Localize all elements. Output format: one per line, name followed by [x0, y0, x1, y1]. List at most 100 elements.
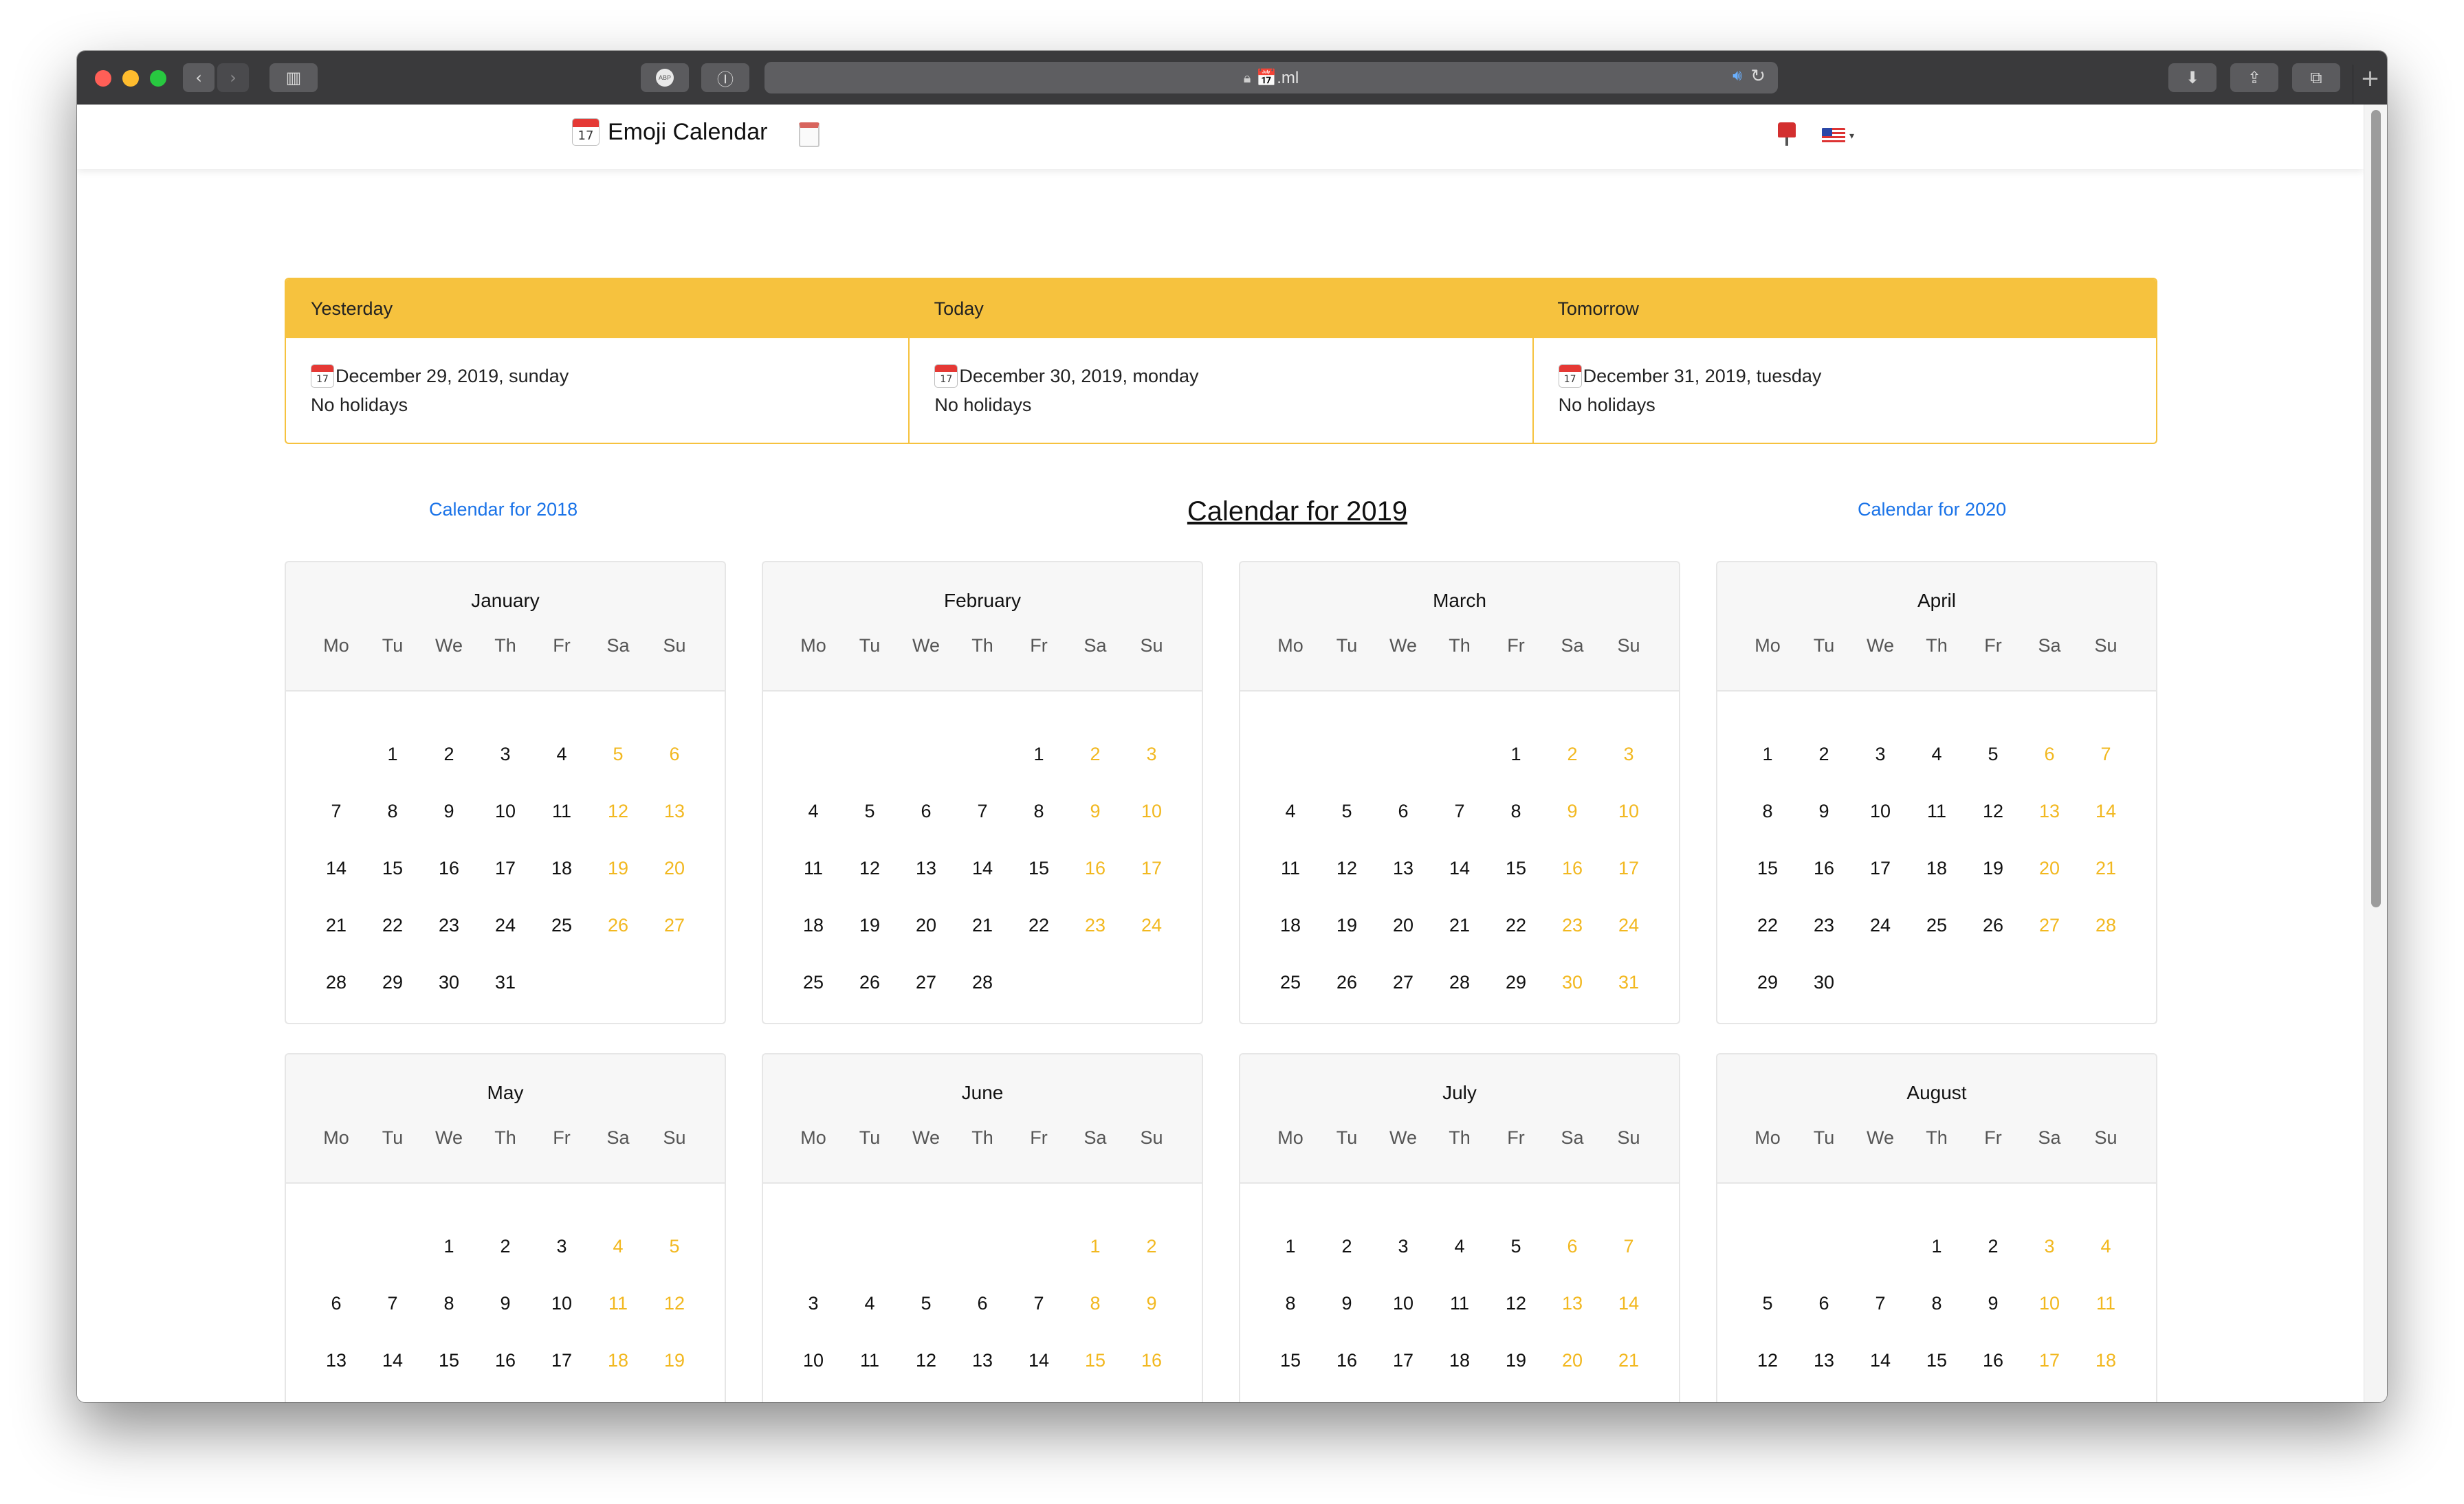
calendar-day[interactable]: 25	[1431, 1389, 1488, 1402]
calendar-day[interactable]: 5	[898, 1275, 954, 1332]
weekend-day[interactable]: 22	[1067, 1389, 1123, 1402]
calendar-day[interactable]: 17	[1852, 840, 1908, 897]
calendar-day[interactable]: 1	[421, 1218, 477, 1275]
weekend-day[interactable]: 21	[2078, 840, 2134, 897]
weekend-day[interactable]: 10	[1600, 783, 1657, 840]
weekend-day[interactable]: 14	[1600, 1275, 1657, 1332]
calendar-day[interactable]: 3	[534, 1218, 590, 1275]
calendar-day[interactable]: 5	[1965, 726, 2021, 783]
calendar-day[interactable]: 17	[785, 1389, 842, 1402]
weekend-day[interactable]: 3	[2021, 1218, 2078, 1275]
calendar-day[interactable]: 16	[421, 840, 477, 897]
calendar-day[interactable]: 1	[1488, 726, 1544, 783]
calendar-day[interactable]: 26	[1488, 1389, 1544, 1402]
weekend-day[interactable]: 25	[2078, 1389, 2134, 1402]
calendar-day[interactable]: 17	[1375, 1332, 1431, 1389]
weekend-day[interactable]: 10	[2021, 1275, 2078, 1332]
calendar-day[interactable]: 15	[1262, 1332, 1319, 1389]
calendar-day[interactable]: 12	[898, 1332, 954, 1389]
calendar-day[interactable]: 14	[1011, 1332, 1067, 1389]
weekend-day[interactable]: 10	[1123, 783, 1180, 840]
calendar-day[interactable]: 17	[534, 1332, 590, 1389]
weekend-day[interactable]: 17	[2021, 1332, 2078, 1389]
calendar-day[interactable]: 3	[785, 1275, 842, 1332]
weekend-day[interactable]: 3	[1600, 726, 1657, 783]
weekend-day[interactable]: 19	[646, 1332, 703, 1389]
calendar-day[interactable]: 19	[1965, 840, 2021, 897]
calendar-day[interactable]: 13	[308, 1332, 364, 1389]
weekend-day[interactable]: 27	[1544, 1389, 1600, 1402]
weekend-day[interactable]: 27	[2021, 897, 2078, 954]
brand-link[interactable]: 17 Emoji Calendar	[572, 118, 767, 146]
calendar-day[interactable]: 15	[1739, 840, 1796, 897]
weekend-day[interactable]: 13	[646, 783, 703, 840]
calendar-day[interactable]: 14	[308, 840, 364, 897]
calendar-day[interactable]: 30	[421, 954, 477, 1011]
calendar-day[interactable]: 8	[1908, 1275, 1965, 1332]
weekend-day[interactable]: 16	[1123, 1332, 1180, 1389]
weekend-day[interactable]: 5	[590, 726, 646, 783]
calendar-day[interactable]: 7	[1852, 1275, 1908, 1332]
calendar-day[interactable]: 15	[1011, 840, 1067, 897]
weekend-day[interactable]: 13	[1544, 1275, 1600, 1332]
calendar-day[interactable]: 4	[785, 783, 842, 840]
weekend-day[interactable]: 17	[1600, 840, 1657, 897]
weekend-day[interactable]: 4	[2078, 1218, 2134, 1275]
calendar-day[interactable]: 2	[477, 1218, 534, 1275]
calendar-day[interactable]: 7	[308, 783, 364, 840]
calendar-day[interactable]: 16	[1796, 840, 1852, 897]
weekend-day[interactable]: 13	[2021, 783, 2078, 840]
calendar-day[interactable]: 8	[421, 1275, 477, 1332]
weekend-day[interactable]: 19	[590, 840, 646, 897]
reload-icon[interactable]: ↻	[1750, 66, 1766, 87]
weekend-day[interactable]: 26	[590, 897, 646, 954]
calendar-day[interactable]: 21	[1011, 1389, 1067, 1402]
calendar-day[interactable]: 30	[1796, 954, 1852, 1011]
calendar-day[interactable]: 21	[364, 1389, 421, 1402]
calendar-day[interactable]: 20	[308, 1389, 364, 1402]
mailbox-icon[interactable]	[1778, 122, 1796, 146]
weekend-day[interactable]: 16	[1544, 840, 1600, 897]
calendar-day[interactable]: 1	[1011, 726, 1067, 783]
weekend-day[interactable]: 3	[1123, 726, 1180, 783]
calendar-day[interactable]: 25	[1262, 954, 1319, 1011]
calendar-day[interactable]: 12	[842, 840, 898, 897]
weekend-day[interactable]: 23	[1067, 897, 1123, 954]
adblock-icon[interactable]: ABP	[641, 63, 689, 92]
calendar-day[interactable]: 22	[1908, 1389, 1965, 1402]
password-icon[interactable]: Ⓘ	[701, 63, 749, 92]
calendar-day[interactable]: 18	[1262, 897, 1319, 954]
calendar-day[interactable]: 1	[1262, 1218, 1319, 1275]
calendar-day[interactable]: 9	[1796, 783, 1852, 840]
calendar-day[interactable]: 8	[1262, 1275, 1319, 1332]
weekend-day[interactable]: 24	[1600, 897, 1657, 954]
calendar-day[interactable]: 6	[954, 1275, 1011, 1332]
calendar-day[interactable]: 28	[954, 954, 1011, 1011]
calendar-day[interactable]: 1	[1908, 1218, 1965, 1275]
new-tab-icon[interactable]: +	[2353, 65, 2387, 104]
calendar-day[interactable]: 12	[1319, 840, 1375, 897]
calendar-day[interactable]: 22	[1262, 1389, 1319, 1402]
calendar-day[interactable]: 3	[1375, 1218, 1431, 1275]
calendar-day[interactable]: 19	[842, 897, 898, 954]
weekend-day[interactable]: 12	[590, 783, 646, 840]
calendar-day[interactable]: 18	[842, 1389, 898, 1402]
calendar-day[interactable]: 13	[954, 1332, 1011, 1389]
calendar-day[interactable]: 25	[1908, 897, 1965, 954]
calendar-day[interactable]: 19	[1488, 1332, 1544, 1389]
calendar-day[interactable]: 11	[842, 1332, 898, 1389]
calendar-day[interactable]: 25	[534, 897, 590, 954]
calendar-day[interactable]: 23	[1965, 1389, 2021, 1402]
calendar-day[interactable]: 9	[1965, 1275, 2021, 1332]
calendar-day[interactable]: 6	[1796, 1275, 1852, 1332]
close-window-button[interactable]	[95, 70, 111, 87]
calendar-day[interactable]: 28	[1431, 954, 1488, 1011]
weekend-day[interactable]: 9	[1123, 1275, 1180, 1332]
share-icon[interactable]: ⇪	[2230, 63, 2278, 92]
calendar-day[interactable]: 7	[364, 1275, 421, 1332]
next-year-link[interactable]: Calendar for 2020	[1858, 499, 2006, 520]
weekend-day[interactable]: 17	[1123, 840, 1180, 897]
calendar-day[interactable]: 4	[1262, 783, 1319, 840]
weekend-day[interactable]: 16	[1067, 840, 1123, 897]
weekend-day[interactable]: 7	[2078, 726, 2134, 783]
